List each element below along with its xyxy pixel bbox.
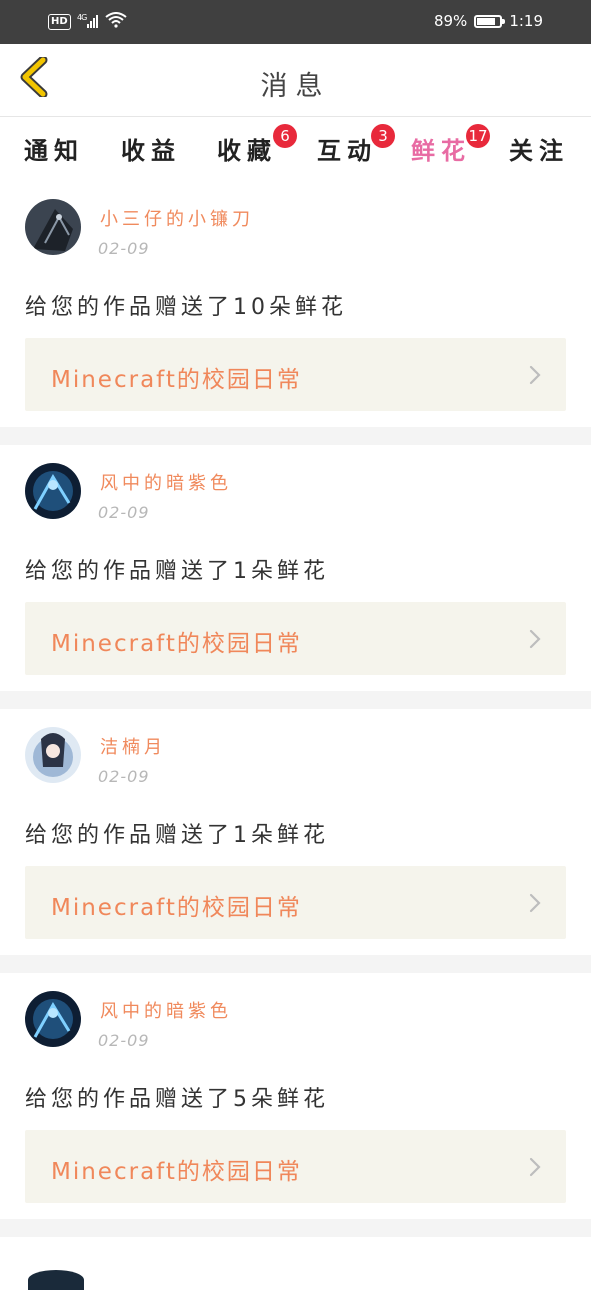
tab-following[interactable]: 关注 [509,131,569,166]
svg-text:4G: 4G [77,13,87,22]
avatar[interactable] [25,727,81,783]
tab-label: 收益 [121,137,181,165]
list-item: 小三仔的小镰刀 02-09 给您的作品赠送了10朵鲜花 Minecraft的校园… [0,181,591,427]
tab-label: 收藏 [217,137,277,165]
chevron-right-icon [528,892,542,918]
hd-indicator: HD [48,14,71,30]
list-item: 风中的暗紫色 02-09 给您的作品赠送了5朵鲜花 Minecraft的校园日常 [0,973,591,1219]
list-item: 风中的暗紫色 02-09 给您的作品赠送了1朵鲜花 Minecraft的校园日常 [0,445,591,691]
tab-label: 关注 [509,137,569,165]
work-link[interactable]: Minecraft的校园日常 [25,1130,566,1203]
status-left: HD 4G [48,12,127,32]
status-right: 89% 1:19 [434,12,543,30]
tab-label: 鲜花 [411,137,471,165]
list-item: 洁楠月 02-09 给您的作品赠送了1朵鲜花 Minecraft的校园日常 [0,709,591,955]
battery-fill [477,17,496,25]
timestamp: 02-09 [98,503,150,522]
work-title: Minecraft的校园日常 [51,1159,302,1185]
username[interactable]: 风中的暗紫色 [100,997,232,1023]
username[interactable]: 洁楠月 [100,733,166,759]
page-title: 消息 [260,71,331,102]
chevron-right-icon [528,628,542,654]
avatar[interactable] [25,991,81,1047]
tab-notifications[interactable]: 通知 [24,131,84,166]
tab-label: 通知 [24,137,84,165]
tab-label: 互动 [317,137,377,165]
message-text: 给您的作品赠送了10朵鲜花 [25,295,347,320]
badge-count: 6 [273,124,297,148]
divider [0,1219,591,1237]
work-title: Minecraft的校园日常 [51,895,302,921]
chevron-right-icon [528,1156,542,1182]
message-text: 给您的作品赠送了5朵鲜花 [25,1087,329,1112]
divider [0,691,591,709]
tab-bar: 通知 收益 收藏 6 互动 3 鲜花 17 关注 [0,117,591,191]
divider [0,427,591,445]
flower-message-list: 小三仔的小镰刀 02-09 给您的作品赠送了10朵鲜花 Minecraft的校园… [0,181,591,1237]
username[interactable]: 风中的暗紫色 [100,469,232,495]
tab-flowers[interactable]: 鲜花 17 [411,124,490,191]
username[interactable]: 小三仔的小镰刀 [100,205,254,231]
signal-icon: 4G [77,13,99,32]
timestamp: 02-09 [98,239,150,258]
battery-percent: 89% [433,12,468,30]
clock: 1:19 [509,12,543,30]
status-bar: HD 4G 89% 1:19 [0,0,591,44]
chevron-right-icon [528,364,542,390]
badge-count: 3 [371,124,395,148]
tab-interactions[interactable]: 互动 3 [317,124,395,166]
header: 消息 [0,44,591,117]
badge-count: 17 [466,124,490,148]
avatar[interactable] [28,1270,84,1290]
timestamp: 02-09 [98,767,150,786]
timestamp: 02-09 [98,1031,150,1050]
avatar[interactable] [25,199,81,255]
divider [0,955,591,973]
work-title: Minecraft的校园日常 [51,631,302,657]
wifi-icon [105,12,127,32]
work-link[interactable]: Minecraft的校园日常 [25,338,566,411]
work-link[interactable]: Minecraft的校园日常 [25,602,566,675]
message-text: 给您的作品赠送了1朵鲜花 [25,823,329,848]
avatar[interactable] [25,463,81,519]
work-title: Minecraft的校园日常 [51,367,302,393]
message-text: 给您的作品赠送了1朵鲜花 [25,559,329,584]
tab-favorites[interactable]: 收藏 6 [217,124,297,166]
battery-icon [474,14,506,28]
work-link[interactable]: Minecraft的校园日常 [25,866,566,939]
tab-earnings[interactable]: 收益 [121,131,181,166]
